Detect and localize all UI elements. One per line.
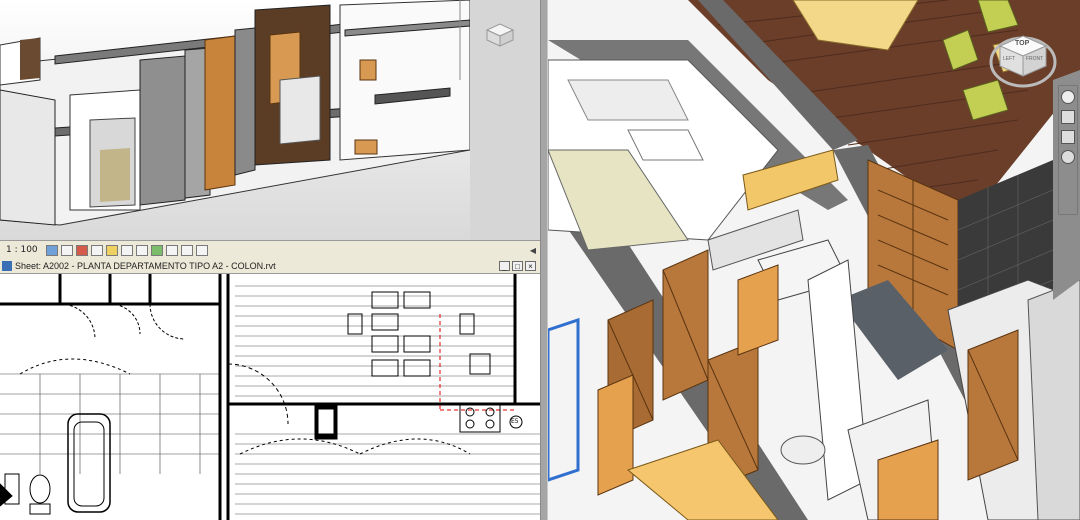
- pan-icon[interactable]: [1061, 130, 1075, 144]
- minimize-button[interactable]: _: [499, 261, 510, 271]
- sheet-document-icon: [2, 261, 12, 271]
- viewcube-top-label[interactable]: TOP: [1015, 40, 1029, 47]
- tag-label: E5: [511, 418, 519, 425]
- 3d-view-right[interactable]: TOP LEFT FRONT: [548, 0, 1080, 520]
- visual-style-icon[interactable]: [60, 244, 73, 256]
- viewcube-icon[interactable]: TOP LEFT FRONT: [988, 30, 1058, 90]
- navigation-bar: [1058, 85, 1078, 215]
- hide-isolate-icon[interactable]: [165, 244, 178, 256]
- floor-plan-sheet-view[interactable]: E5: [0, 274, 540, 520]
- 3d-view-top-left[interactable]: [0, 0, 540, 240]
- viewcube-front-label[interactable]: FRONT: [1026, 56, 1043, 62]
- analytical-model-icon[interactable]: [195, 244, 208, 256]
- sun-path-icon[interactable]: [75, 244, 88, 256]
- view-scale[interactable]: 1 : 100: [0, 245, 46, 255]
- maximize-button[interactable]: □: [512, 261, 523, 271]
- view-splitter[interactable]: [540, 0, 548, 520]
- crop-icon[interactable]: [120, 244, 133, 256]
- shadows-icon[interactable]: [90, 244, 103, 256]
- render-icon[interactable]: [105, 244, 118, 256]
- scroll-right-icon[interactable]: ◀: [530, 246, 536, 255]
- close-button[interactable]: ×: [525, 261, 536, 271]
- viewcube-left-label[interactable]: LEFT: [1003, 56, 1015, 62]
- sheet-window-titlebar: Sheet: A2002 - PLANTA DEPARTAMENTO TIPO …: [0, 259, 540, 274]
- navigation-wheel-icon[interactable]: [1061, 90, 1075, 104]
- sheet-window-title: Sheet: A2002 - PLANTA DEPARTAMENTO TIPO …: [15, 261, 276, 271]
- unlock-view-icon[interactable]: [150, 244, 163, 256]
- zoom-icon[interactable]: [1061, 110, 1075, 124]
- viewcube-icon[interactable]: [485, 22, 515, 48]
- detail-level-icon[interactable]: [45, 244, 58, 256]
- view-control-bar: 1 : 100 ◀: [0, 240, 540, 260]
- reveal-hidden-icon[interactable]: [180, 244, 193, 256]
- show-crop-icon[interactable]: [135, 244, 148, 256]
- orbit-icon[interactable]: [1061, 150, 1075, 164]
